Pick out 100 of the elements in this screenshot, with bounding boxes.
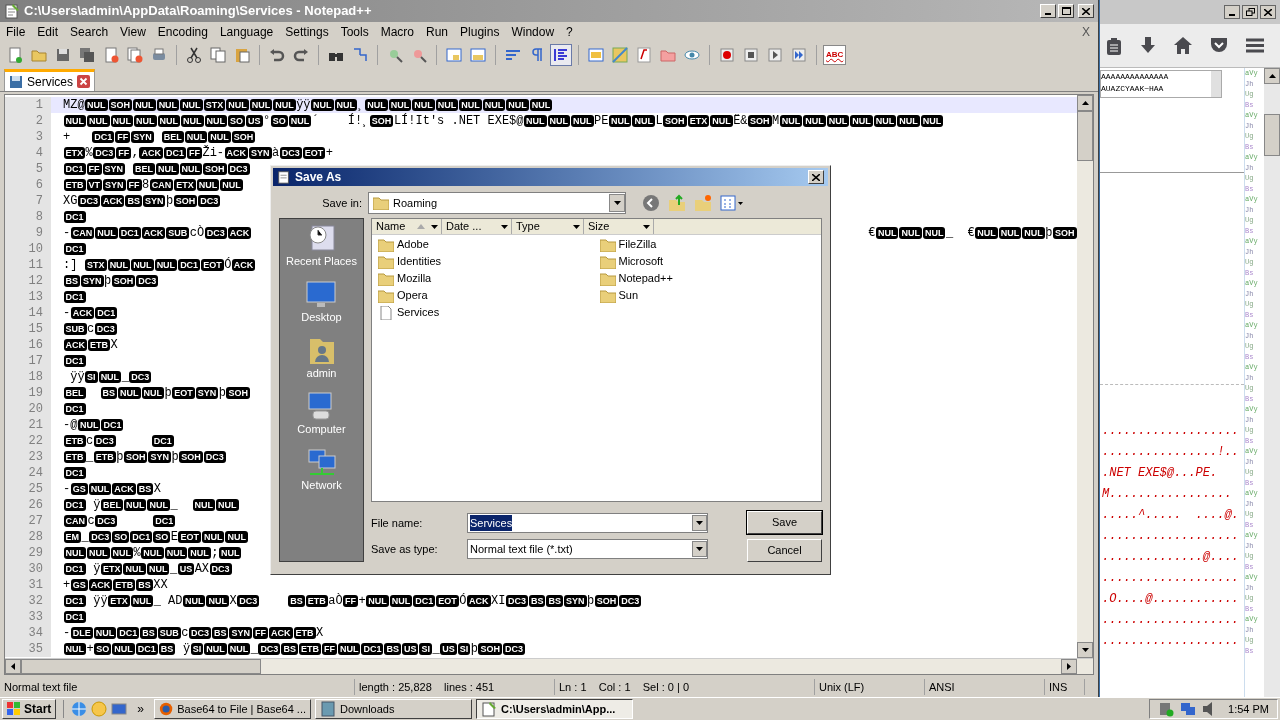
folder-entry[interactable]: Identities: [397, 253, 442, 270]
file-name-field[interactable]: Services: [467, 513, 708, 533]
dropdown-arrow-icon[interactable]: [643, 224, 650, 229]
print-icon: [151, 47, 167, 63]
folder-entry[interactable]: Mozilla: [397, 270, 432, 287]
menu-item[interactable]: Macro: [374, 23, 420, 41]
vertical-scrollbar[interactable]: [1211, 71, 1221, 97]
spell-check-button[interactable]: ABC: [823, 45, 847, 65]
control-char: DC1: [163, 147, 186, 159]
place-item[interactable]: Desktop: [301, 309, 342, 326]
download-icon[interactable]: [1140, 36, 1156, 55]
control-char: ACK: [227, 227, 252, 239]
window-title: C:\Users\admin\AppData\Roaming\Services - Notepad++: [24, 2, 373, 21]
control-char: NUL: [131, 259, 154, 271]
clipboard-icon[interactable]: [1106, 36, 1122, 55]
maximize-button[interactable]: [1058, 4, 1074, 18]
toolbar-button[interactable]: [550, 44, 572, 66]
close-document-button[interactable]: X: [1082, 23, 1090, 41]
start-button[interactable]: Start: [2, 699, 57, 719]
folder-entry[interactable]: Sun: [618, 287, 639, 304]
control-char: DC1: [101, 419, 124, 431]
folder-entry[interactable]: Notepad++: [618, 270, 673, 287]
menu-item[interactable]: Encoding: [151, 23, 214, 41]
menu-item[interactable]: View: [114, 23, 152, 41]
menu-item[interactable]: ?: [560, 23, 579, 41]
home-icon[interactable]: [1174, 37, 1192, 54]
menu-item[interactable]: Tools: [334, 23, 375, 41]
control-char: DC1: [63, 243, 86, 255]
folder-entry[interactable]: FileZilla: [618, 236, 657, 253]
place-item[interactable]: Recent Places: [286, 253, 357, 270]
monitor-icon[interactable]: [305, 279, 338, 309]
up-folder-icon[interactable]: [668, 194, 686, 212]
taskbar-button[interactable]: Base64 to File | Base64 ...: [154, 699, 312, 719]
file-list[interactable]: Name Date ... Type Size Adobe Identities Mozilla Opera Services FileZilla Microsoft Notepad++ Sun: [371, 218, 822, 502]
code-text: à: [272, 145, 280, 162]
document-entry[interactable]: Services: [397, 304, 440, 321]
folder-entry[interactable]: Microsoft: [618, 253, 664, 270]
control-char: NUL: [608, 115, 632, 127]
control-char: ETB: [93, 451, 116, 463]
back-icon[interactable]: [642, 194, 660, 212]
restore-button[interactable]: [1242, 5, 1258, 19]
menu-item[interactable]: Settings: [279, 23, 335, 41]
menu-icon[interactable]: [1246, 38, 1264, 53]
dropdown-arrow-icon[interactable]: [431, 224, 438, 229]
network-icon[interactable]: [305, 447, 338, 477]
vertical-scrollbar[interactable]: [1264, 68, 1280, 697]
code-text: X: [153, 481, 161, 498]
menu-item[interactable]: Window: [505, 23, 561, 41]
network-icon[interactable]: [1180, 701, 1197, 717]
menu-item[interactable]: Edit: [31, 23, 65, 41]
globe-icon[interactable]: [71, 701, 88, 717]
menu-item[interactable]: Language: [213, 23, 280, 41]
control-char: CAN: [149, 179, 174, 191]
dropdown-arrow-icon[interactable]: [573, 224, 580, 229]
close-tab-icon[interactable]: [77, 75, 90, 88]
taskbar-button[interactable]: Downloads: [315, 699, 473, 719]
save-button[interactable]: Save: [747, 511, 822, 534]
folder-entry[interactable]: Adobe: [397, 236, 429, 253]
menu-item[interactable]: Plugins: [454, 23, 506, 41]
column-header[interactable]: Date ...: [442, 219, 512, 234]
control-char: NUL: [87, 547, 110, 559]
dropdown-arrow-icon[interactable]: [501, 224, 508, 229]
place-item[interactable]: admin: [306, 365, 337, 382]
vertical-scrollbar[interactable]: [1077, 95, 1093, 658]
control-char: NUL: [412, 99, 435, 111]
dump-line: M.................: [1102, 486, 1233, 503]
scroll-thumb[interactable]: [1077, 111, 1093, 161]
folder-entry[interactable]: Opera: [397, 287, 428, 304]
place-item[interactable]: Computer: [297, 421, 346, 438]
new-folder-icon[interactable]: [694, 194, 712, 212]
column-header[interactable]: Name: [372, 219, 442, 234]
minimize-button[interactable]: [1224, 5, 1240, 19]
place-item[interactable]: Network: [301, 477, 342, 494]
code-text: ,: [131, 145, 139, 162]
code-text: ¸: [357, 97, 365, 113]
column-header[interactable]: Type: [512, 219, 584, 234]
menu-item[interactable]: Search: [64, 23, 115, 41]
control-char: SYN: [103, 179, 126, 191]
menu-item[interactable]: Run: [420, 23, 455, 41]
taskbar-button[interactable]: C:\Users\admin\App...: [476, 699, 634, 719]
control-char: DC1: [413, 595, 436, 607]
horizontal-scrollbar[interactable]: [5, 658, 1093, 674]
tab[interactable]: Services: [4, 69, 95, 91]
control-char: SYN: [564, 595, 587, 607]
cancel-button[interactable]: Cancel: [747, 539, 822, 562]
text-area[interactable]: AAAAAAAAAAAAAA AUAZCYAAK~HAA: [1100, 70, 1222, 98]
view-menu-icon[interactable]: [720, 195, 744, 211]
menu-item[interactable]: File: [0, 23, 32, 41]
scroll-thumb[interactable]: [1264, 114, 1280, 156]
desktop-icon[interactable]: [111, 701, 128, 717]
scroll-thumb[interactable]: [21, 659, 261, 674]
fast-forward-icon: [791, 47, 807, 63]
more-button[interactable]: »: [131, 700, 151, 718]
save-in-dropdown[interactable]: Roaming: [368, 192, 626, 214]
control-char: NUL: [134, 115, 157, 127]
control-char: NUL: [897, 115, 920, 127]
column-header[interactable]: Size: [584, 219, 654, 234]
control-char: NUL: [226, 99, 249, 111]
close-button[interactable]: [1260, 5, 1276, 19]
save-as-type-dropdown[interactable]: Normal text file (*.txt): [467, 539, 708, 559]
